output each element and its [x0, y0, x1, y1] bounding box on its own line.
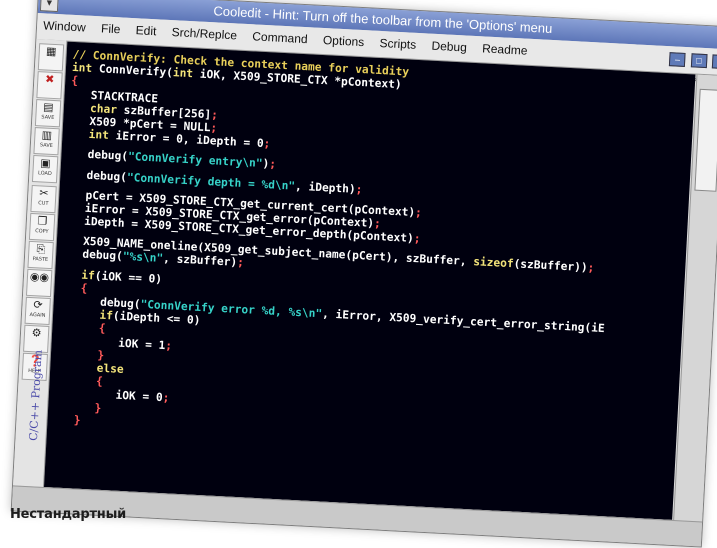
menu-command[interactable]: Command	[246, 24, 315, 51]
open-folder-icon: ▦	[45, 44, 57, 59]
run-icon: ⚙	[31, 326, 42, 340]
maximize-icon[interactable]: □	[690, 53, 708, 69]
code-token: ;	[373, 216, 382, 231]
menu-file[interactable]: File	[94, 16, 127, 42]
window-controls: – □ ×	[667, 51, 717, 70]
search-button[interactable]: ◉◉	[25, 268, 53, 298]
again-button[interactable]: ⟳ AGAIN	[24, 296, 51, 326]
code-token: ;	[268, 157, 277, 172]
copy-icon: ❐	[37, 214, 48, 228]
code-token: ;	[210, 121, 218, 135]
code-token: {	[70, 74, 79, 88]
save-as-button[interactable]: ▥ SAVE	[33, 127, 60, 156]
code-editor[interactable]: // ConnVerify: Check the context name fo…	[43, 41, 696, 520]
code-token: }	[53, 412, 81, 427]
code-token: ;	[236, 256, 245, 270]
close-file-button[interactable]: ✖	[36, 71, 63, 100]
minimize-icon[interactable]: –	[669, 52, 686, 67]
code-token: ;	[413, 232, 421, 246]
language-mode-label: C/C++ Program	[26, 349, 45, 442]
code-token: ;	[165, 338, 173, 353]
menu-srch-replace[interactable]: Srch/Replce	[165, 20, 244, 48]
menu-debug[interactable]: Debug	[425, 33, 474, 59]
code-token: ;	[587, 261, 595, 275]
menu-readme[interactable]: Readme	[476, 36, 535, 63]
save-icon: ▤	[42, 100, 54, 114]
code-token: "%s\n"	[122, 250, 164, 266]
close-icon[interactable]: ×	[711, 54, 717, 70]
article-caption: Нестандартный	[10, 507, 127, 522]
save-as-icon: ▥	[41, 128, 53, 142]
run-button[interactable]: ⚙	[23, 324, 50, 354]
menu-edit[interactable]: Edit	[129, 18, 163, 44]
search-again-icon: ⟳	[33, 298, 43, 312]
cooledit-window: ▼ Cooledit - Hint: Turn off the toolbar …	[10, 0, 717, 548]
code-token: {	[60, 280, 88, 295]
cut-icon: ✂	[38, 186, 49, 200]
binoculars-icon: ◉◉	[29, 269, 50, 284]
cut-button[interactable]: ✂ CUT	[30, 184, 57, 214]
code-token: ;	[162, 391, 170, 405]
code-token: ;	[263, 137, 271, 151]
menu-options[interactable]: Options	[316, 28, 371, 55]
load-button[interactable]: ▣ LOAD	[31, 154, 59, 184]
code-token: int	[68, 126, 116, 143]
code-token: sizeof	[472, 255, 514, 271]
open-button[interactable]: ▦	[37, 43, 65, 72]
code-token: ;	[355, 182, 363, 196]
code-token: ;	[414, 205, 423, 220]
paste-button[interactable]: ⎘ PASTE	[27, 240, 54, 270]
chevron-down-icon[interactable]: ▼	[39, 0, 59, 13]
save-button[interactable]: ▤ SAVE	[34, 99, 62, 128]
menu-scripts[interactable]: Scripts	[373, 31, 423, 58]
scrollbar-thumb[interactable]	[694, 88, 717, 192]
menu-window[interactable]: Window	[37, 13, 93, 40]
copy-button[interactable]: ❐ COPY	[28, 212, 56, 242]
code-token: ;	[210, 107, 219, 122]
paste-icon: ⎘	[36, 242, 46, 256]
code-token: int	[71, 61, 100, 76]
close-icon: ✖	[44, 72, 55, 86]
load-icon: ▣	[39, 156, 51, 170]
code-token: int	[172, 66, 201, 81]
